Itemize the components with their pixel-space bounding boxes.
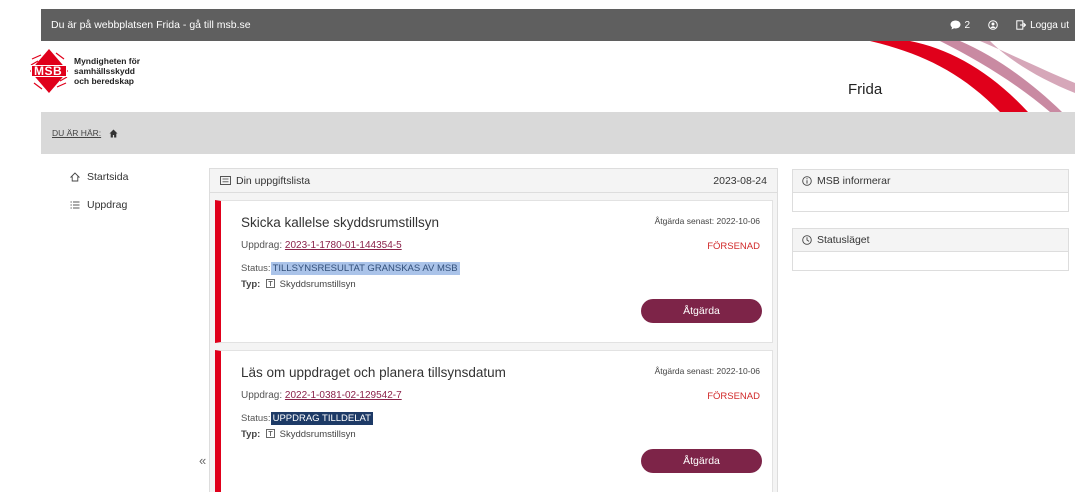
- uppdrag-label: Uppdrag:: [241, 240, 283, 251]
- messages-count: 2: [964, 19, 971, 31]
- uppdrag-label: Uppdrag:: [241, 390, 283, 401]
- task-card: Skicka kallelse skyddsrumstillsyn Åtgärd…: [215, 200, 773, 343]
- type-value: Skyddsrumstillsyn: [279, 279, 356, 290]
- msb-info-header: MSB informerar: [793, 170, 1068, 193]
- logout-icon: [1016, 20, 1027, 30]
- info-icon: [802, 176, 812, 186]
- collapse-sidebar-button[interactable]: «: [199, 453, 206, 468]
- task-card: Läs om uppdraget och planera tillsynsdat…: [215, 350, 773, 492]
- atgarda-button[interactable]: Åtgärda: [641, 299, 762, 323]
- messages-button[interactable]: 2: [950, 19, 971, 31]
- clock-icon: [802, 235, 812, 245]
- uppdrag-link[interactable]: 2022-1-0381-02-129542-7: [285, 390, 402, 401]
- sidebar-item-startsida[interactable]: Startsida: [70, 170, 128, 184]
- top-bar: Du är på webbplatsen Frida - gå till msb…: [41, 9, 1075, 41]
- status-title: Statusläget: [817, 234, 870, 246]
- status-header: Statusläget: [793, 229, 1068, 252]
- task-uppdrag: Uppdrag: 2022-1-0381-02-129542-7: [241, 390, 402, 401]
- task-status: Status: UPPDRAG TILLDELAT: [241, 412, 373, 425]
- list-box-icon: [220, 176, 231, 185]
- atgarda-button[interactable]: Åtgärda: [641, 449, 762, 473]
- status-label: Status:: [241, 263, 271, 274]
- task-uppdrag: Uppdrag: 2023-1-1780-01-144354-5: [241, 240, 402, 251]
- type-value: Skyddsrumstillsyn: [279, 429, 356, 440]
- breadcrumb: DU ÄR HÄR:: [41, 112, 1075, 154]
- task-list-title: Din uppgiftslista: [236, 174, 311, 187]
- msb-info-title: MSB informerar: [817, 175, 891, 187]
- chat-icon: [950, 20, 960, 30]
- sidebar-item-label: Uppdrag: [87, 199, 128, 211]
- agency-name: Myndigheten för samhällsskydd och bereds…: [74, 56, 140, 86]
- msb-info-panel: MSB informerar: [792, 169, 1069, 212]
- breadcrumb-label[interactable]: DU ÄR HÄR:: [52, 128, 101, 138]
- task-status: Status: TILLSYNSRESULTAT GRANSKAS AV MSB: [241, 262, 460, 275]
- status-value: TILLSYNSRESULTAT GRANSKAS AV MSB: [270, 262, 460, 275]
- task-type: Typ: Skyddsrumstillsyn: [241, 429, 356, 440]
- task-title: Läs om uppdraget och planera tillsynsdat…: [241, 365, 506, 380]
- user-icon: [988, 20, 998, 30]
- side-navigation: Startsida Uppdrag: [70, 170, 128, 226]
- late-badge: FÖRSENAD: [707, 241, 760, 252]
- agency-name-line3: och beredskap: [74, 76, 134, 86]
- task-list-panel: Din uppgiftslista 2023-08-24 Skicka kall…: [209, 168, 778, 492]
- task-due-date: Åtgärda senast: 2022-10-06: [654, 216, 760, 226]
- status-body: [793, 252, 1068, 270]
- task-list-header: Din uppgiftslista 2023-08-24: [210, 169, 777, 193]
- site-header: MSB Myndigheten för samhällsskydd och be…: [0, 41, 1075, 112]
- task-title: Skicka kallelse skyddsrumstillsyn: [241, 215, 440, 230]
- task-list-date: 2023-08-24: [713, 174, 767, 187]
- msb-logo-badge: MSB: [28, 47, 70, 95]
- sidebar-item-uppdrag[interactable]: Uppdrag: [70, 198, 128, 212]
- agency-name-line1: Myndigheten för: [74, 56, 141, 66]
- status-value: UPPDRAG TILLDELAT: [270, 412, 373, 425]
- msb-logo[interactable]: MSB Myndigheten för samhällsskydd och be…: [28, 47, 140, 95]
- type-icon: [266, 429, 275, 438]
- msb-logo-text: MSB: [34, 64, 63, 78]
- late-badge: FÖRSENAD: [707, 391, 760, 402]
- logout-label: Logga ut: [1030, 19, 1069, 31]
- task-due-date: Åtgärda senast: 2022-10-06: [654, 366, 760, 376]
- uppdrag-link[interactable]: 2023-1-1780-01-144354-5: [285, 240, 402, 251]
- task-type: Typ: Skyddsrumstillsyn: [241, 279, 356, 290]
- type-label: Typ:: [241, 429, 261, 440]
- user-profile-button[interactable]: [988, 20, 998, 30]
- type-icon: [266, 279, 275, 288]
- home-icon[interactable]: [109, 129, 118, 138]
- msb-info-body: [793, 193, 1068, 211]
- logout-button[interactable]: Logga ut: [1016, 20, 1069, 31]
- status-panel: Statusläget: [792, 228, 1069, 271]
- home-outline-icon: [70, 172, 80, 182]
- sidebar-item-label: Startsida: [87, 171, 129, 183]
- status-label: Status:: [241, 413, 271, 424]
- site-notice-link[interactable]: Du är på webbplatsen Frida - gå till msb…: [41, 19, 950, 31]
- header-swoosh-decoration: [870, 41, 1075, 112]
- list-icon: [70, 201, 80, 209]
- type-label: Typ:: [241, 279, 261, 290]
- agency-name-line2: samhällsskydd: [74, 66, 135, 76]
